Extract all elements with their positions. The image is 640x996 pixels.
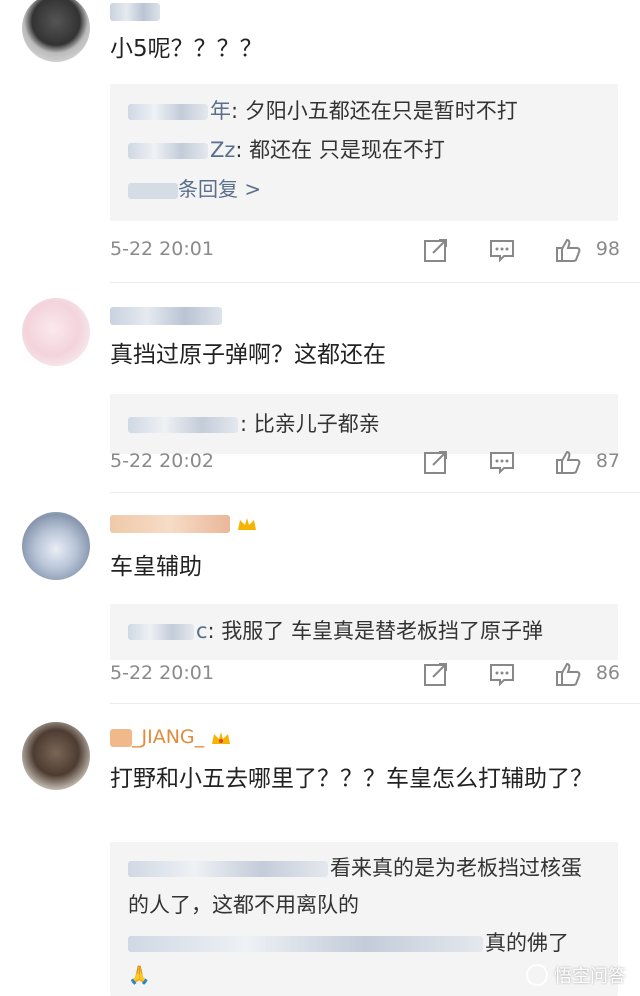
like-count: 98 (595, 238, 620, 260)
reply-item[interactable]: 看来真的是为老板挡过核蛋的人了，这都不用离队的 (128, 850, 600, 924)
comment-icon[interactable] (488, 236, 518, 266)
reply-author[interactable]: c (128, 619, 208, 643)
like-count: 86 (595, 662, 620, 684)
timestamp: 5-22 20:01 (110, 238, 214, 260)
comment-text: 车皇辅助 (110, 554, 202, 580)
reply-item[interactable]: 年: 夕阳小五都还在只是暂时不打 (128, 92, 600, 131)
reply-item[interactable]: Zz: 都还在 只是现在不打 (128, 131, 600, 170)
timestamp: 5-22 20:01 (110, 662, 214, 684)
like-icon[interactable] (554, 448, 584, 478)
reply-box[interactable]: 年: 夕阳小五都还在只是暂时不打 Zz: 都还在 只是现在不打 条回复 > (110, 84, 618, 221)
share-icon[interactable] (422, 448, 452, 478)
comment-meta: 5-22 20:02 87 (110, 446, 620, 480)
like-icon[interactable] (554, 660, 584, 690)
comment-meta: 5-22 20:01 86 (110, 658, 620, 692)
reply-item[interactable]: : 比亲儿子都亲 (128, 402, 600, 446)
reply-item[interactable]: 真的佛了 (128, 924, 600, 963)
comment-text: 小5呢？？？？ (110, 36, 263, 62)
comment-meta: 5-22 20:01 98 (110, 234, 620, 268)
like-count: 87 (595, 450, 620, 472)
reply-author[interactable] (128, 856, 330, 880)
comment-icon[interactable] (488, 660, 518, 690)
comment-icon[interactable] (488, 448, 518, 478)
reply-author[interactable]: Zz (128, 138, 235, 162)
like-icon[interactable] (554, 236, 584, 266)
reply-item[interactable]: c: 我服了 车皇真是替老板挡了原子弹 (128, 612, 600, 651)
comment-text: 打野和小五去哪里了？？？车皇怎么打辅助了？ (110, 766, 593, 792)
comment-1: 小5呢？？？？ 年: 夕阳小五都还在只是暂时不打 Zz: 都还在 只是现在不打 … (0, 0, 640, 280)
avatar[interactable] (22, 512, 90, 580)
share-icon[interactable] (422, 660, 452, 690)
avatar[interactable] (22, 298, 90, 366)
reply-author[interactable] (128, 931, 485, 955)
avatar[interactable] (22, 722, 90, 790)
divider (110, 703, 640, 704)
comment-2: 真挡过原子弹啊？这都还在 : 比亲儿子都亲 5-22 20:02 87 (0, 290, 640, 490)
comment-text: 真挡过原子弹啊？这都还在 (110, 342, 386, 368)
username[interactable] (110, 512, 258, 534)
wukong-logo-icon (526, 964, 548, 986)
reply-box[interactable]: : 比亲儿子都亲 (110, 394, 618, 454)
comment-3: 车皇辅助 c: 我服了 车皇真是替老板挡了原子弹 5-22 20:01 86 (0, 500, 640, 700)
divider (110, 492, 640, 493)
reply-author[interactable] (128, 412, 240, 436)
avatar[interactable] (22, 0, 90, 62)
username[interactable] (110, 0, 160, 22)
timestamp: 5-22 20:02 (110, 450, 214, 472)
username[interactable]: _JIANG_ (110, 726, 232, 748)
crown-icon (210, 729, 232, 747)
reply-author[interactable]: 年 (128, 99, 231, 123)
comment-4: _JIANG_ 打野和小五去哪里了？？？车皇怎么打辅助了？ 看来真的是为老板挡过… (0, 712, 640, 996)
divider (110, 282, 640, 283)
watermark: 悟空问答 (526, 962, 626, 988)
reply-box[interactable]: c: 我服了 车皇真是替老板挡了原子弹 (110, 604, 618, 660)
username[interactable] (110, 304, 222, 326)
crown-icon (236, 515, 258, 533)
watermark-text: 悟空问答 (554, 966, 626, 987)
more-replies-link[interactable]: 条回复 > (128, 170, 600, 209)
share-icon[interactable] (422, 236, 452, 266)
